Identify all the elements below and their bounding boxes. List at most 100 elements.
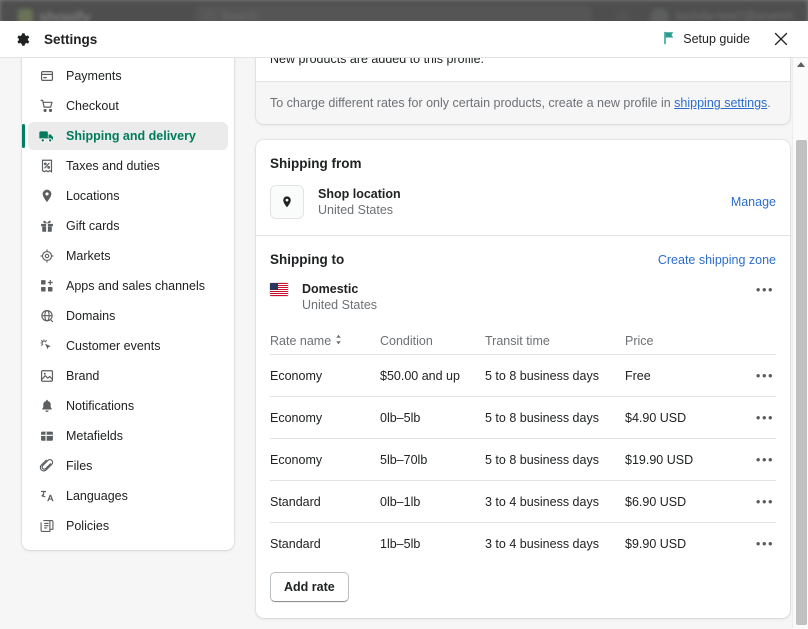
flag-icon: [663, 31, 676, 48]
row-actions-ellipsis-icon[interactable]: •••: [754, 409, 776, 427]
zone-actions-ellipsis-icon[interactable]: •••: [754, 281, 776, 299]
page-title: Settings: [44, 32, 97, 47]
setup-guide-button[interactable]: Setup guide: [663, 31, 750, 48]
cell-transit-time: 3 to 4 business days: [485, 495, 625, 509]
table-row[interactable]: Standard1lb–5lb3 to 4 business days$9.90…: [270, 522, 776, 564]
shipping-settings-link[interactable]: shipping settings: [674, 96, 767, 110]
sidebar-item-gift-cards[interactable]: Gift cards: [28, 212, 228, 240]
sidebar-item-brand[interactable]: Brand: [28, 362, 228, 390]
profile-card: New products are added to this profile. …: [256, 58, 790, 124]
brand-image-icon: [38, 368, 55, 385]
content-inner: New products are added to this profile. …: [256, 58, 790, 629]
scroll-up-arrow-icon[interactable]: [793, 58, 808, 72]
sidebar-item-domains[interactable]: Domains: [28, 302, 228, 330]
create-shipping-zone-link[interactable]: Create shipping zone: [658, 253, 776, 267]
shipping-zone-row: Domestic United States •••: [256, 267, 790, 314]
location-name: Shop location: [318, 186, 401, 202]
scroll-document-icon: [38, 518, 55, 535]
column-header-rate-name[interactable]: Rate name: [270, 334, 380, 348]
location-pin-icon: [38, 188, 55, 205]
row-actions-ellipsis-icon[interactable]: •••: [754, 451, 776, 469]
sidebar-item-label: Files: [66, 459, 92, 473]
sidebar-item-label: Checkout: [66, 99, 119, 113]
cursor-sparkle-icon: [38, 338, 55, 355]
modal-header: Settings Setup guide: [0, 21, 808, 58]
setup-guide-label: Setup guide: [683, 32, 750, 46]
sidebar-item-apps-and-sales-channels[interactable]: Apps and sales channels: [28, 272, 228, 300]
location-country: United States: [318, 202, 401, 219]
gift-icon: [38, 218, 55, 235]
sort-rate-name[interactable]: Rate name: [270, 334, 342, 348]
sidebar-item-policies[interactable]: Policies: [28, 512, 228, 540]
sidebar-item-label: Locations: [66, 189, 120, 203]
sidebar-item-label: Notifications: [66, 399, 134, 413]
sidebar-item-notifications[interactable]: Notifications: [28, 392, 228, 420]
content-scrollbar[interactable]: [792, 58, 808, 629]
column-header-condition[interactable]: Condition: [380, 334, 485, 348]
cell-condition: 0lb–1lb: [380, 495, 485, 509]
cell-condition: 0lb–5lb: [380, 411, 485, 425]
table-row[interactable]: Economy0lb–5lb5 to 8 business days$4.90 …: [270, 396, 776, 438]
sidebar-item-label: Gift cards: [66, 219, 120, 233]
shipping-card: Shipping from Shop location United State…: [256, 140, 790, 618]
sidebar-item-metafields[interactable]: Metafields: [28, 422, 228, 450]
settings-content: New products are added to this profile. …: [240, 58, 808, 629]
manage-location-link[interactable]: Manage: [731, 195, 776, 209]
cell-rate-name: Standard: [270, 495, 380, 509]
cell-price: $4.90 USD: [625, 411, 752, 425]
sidebar-item-languages[interactable]: Languages: [28, 482, 228, 510]
sidebar-item-customer-events[interactable]: Customer events: [28, 332, 228, 360]
location-pin-icon: [270, 185, 304, 219]
profile-banner: To charge different rates for only certa…: [256, 81, 790, 124]
table-header-row: Rate name Condition: [256, 328, 790, 354]
rate-rows: Economy$50.00 and up5 to 8 business days…: [256, 354, 790, 564]
sidebar-item-taxes-and-duties[interactable]: Taxes and duties: [28, 152, 228, 180]
flag-canton: [270, 283, 278, 290]
us-flag-icon: [270, 283, 288, 296]
shipping-to-title: Shipping to: [270, 252, 344, 267]
add-rate-button[interactable]: Add rate: [270, 572, 349, 602]
sidebar-item-label: Languages: [66, 489, 128, 503]
sidebar-item-label: Customer events: [66, 339, 160, 353]
shipping-from-title: Shipping from: [270, 156, 776, 171]
truck-icon: [38, 128, 55, 145]
globe-icon: [38, 308, 55, 325]
sidebar-item-checkout[interactable]: Checkout: [28, 92, 228, 120]
sidebar-item-locations[interactable]: Locations: [28, 182, 228, 210]
column-header-transit-time[interactable]: Transit time: [485, 334, 625, 348]
sidebar-card: Users and permissions Payments Checkout Shi…: [22, 58, 234, 550]
apps-plus-icon: [38, 278, 55, 295]
column-header-price[interactable]: Price: [625, 334, 752, 348]
sidebar-item-label: Markets: [66, 249, 110, 263]
sidebar-item-markets[interactable]: Markets: [28, 242, 228, 270]
shipping-from-location: Shop location United States: [318, 186, 401, 219]
row-actions-ellipsis-icon[interactable]: •••: [754, 367, 776, 385]
rates-table: Rate name Condition: [256, 328, 790, 564]
sidebar-item-label: Taxes and duties: [66, 159, 160, 173]
cell-price: $9.90 USD: [625, 537, 752, 551]
scrollbar-thumb[interactable]: [796, 140, 807, 625]
sidebar-item-shipping-and-delivery[interactable]: Shipping and delivery: [28, 122, 228, 150]
percent-receipt-icon: [38, 158, 55, 175]
cell-transit-time: 5 to 8 business days: [485, 369, 625, 383]
table-row[interactable]: Economy5lb–70lb5 to 8 business days$19.9…: [270, 438, 776, 480]
sidebar-item-label: Domains: [66, 309, 115, 323]
row-actions-ellipsis-icon[interactable]: •••: [754, 493, 776, 511]
gear-icon: [12, 29, 32, 49]
shipping-from-header: Shipping from: [256, 140, 790, 171]
cell-price: $6.90 USD: [625, 495, 752, 509]
settings-sidebar: Users and permissions Payments Checkout Shi…: [0, 58, 240, 629]
sidebar-item-users-and-permissions[interactable]: Users and permissions: [28, 58, 228, 60]
cell-transit-time: 5 to 8 business days: [485, 453, 625, 467]
table-row[interactable]: Economy$50.00 and up5 to 8 business days…: [270, 354, 776, 396]
sidebar-item-files[interactable]: Files: [28, 452, 228, 480]
settings-modal: Settings Setup guide Users and permissio…: [0, 21, 808, 629]
table-row[interactable]: Standard0lb–1lb3 to 4 business days$6.90…: [270, 480, 776, 522]
zone-name: Domestic: [302, 281, 377, 297]
sidebar-item-label: Payments: [66, 69, 122, 83]
sidebar-item-payments[interactable]: Payments: [28, 62, 228, 90]
column-header-rate-name-label: Rate name: [270, 334, 331, 348]
close-icon[interactable]: [770, 28, 792, 50]
row-actions-ellipsis-icon[interactable]: •••: [754, 535, 776, 553]
cell-price: Free: [625, 369, 752, 383]
